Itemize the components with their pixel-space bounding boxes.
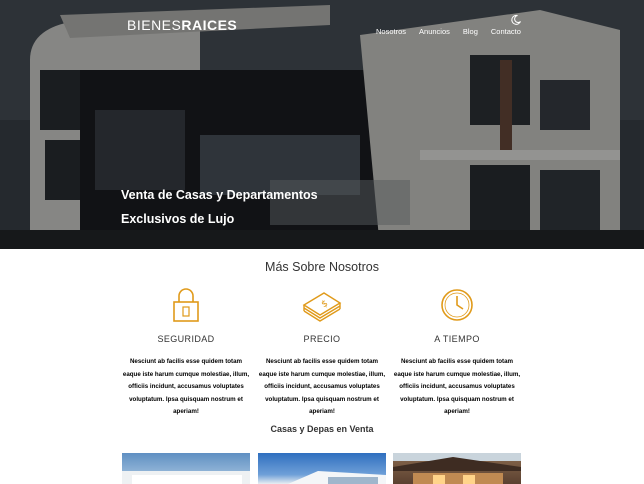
nav-link-blog[interactable]: Blog bbox=[463, 27, 478, 36]
listings-title: Casas y Depas en Venta bbox=[270, 424, 374, 434]
feature-icon-wrap bbox=[122, 285, 250, 325]
feature-description: Nesciunt ab facilis esse quidem totam ea… bbox=[258, 358, 386, 415]
brand-logo[interactable]: BIENESRAICES bbox=[127, 17, 237, 33]
listing-photo bbox=[122, 471, 250, 484]
listing-card-image[interactable] bbox=[258, 453, 386, 484]
nav-link-contacto[interactable]: Contacto bbox=[491, 27, 521, 36]
hero-title: Venta de Casas y Departamentos Exclusivo… bbox=[121, 183, 318, 231]
hero-banner: BIENESRAICES Nosotros Anuncios Blog Cont… bbox=[0, 0, 644, 249]
clock-icon bbox=[441, 289, 473, 321]
listing-photo bbox=[288, 471, 386, 484]
feature-icon-wrap bbox=[393, 285, 521, 325]
nav-link-nosotros[interactable]: Nosotros bbox=[376, 27, 406, 36]
main-nav: Nosotros Anuncios Blog Contacto bbox=[376, 27, 521, 36]
listing-card-image[interactable] bbox=[393, 453, 521, 484]
hero-title-line2: Exclusivos de Lujo bbox=[121, 212, 235, 226]
nav-link-anuncios[interactable]: Anuncios bbox=[419, 27, 450, 36]
feature-precio: $ PRECIO Nesciunt ab facilis esse quidem… bbox=[258, 285, 386, 419]
listing-photo bbox=[393, 453, 521, 484]
hero-overlay bbox=[0, 0, 644, 249]
feature-description: Nesciunt ab facilis esse quidem totam ea… bbox=[393, 358, 521, 415]
padlock-icon bbox=[173, 288, 199, 322]
brand-logo-bold: RAICES bbox=[181, 17, 238, 33]
feature-label: A TIEMPO bbox=[434, 334, 480, 344]
feature-description: Nesciunt ab facilis esse quidem totam ea… bbox=[122, 358, 250, 415]
moon-icon[interactable] bbox=[510, 14, 522, 26]
feature-label: SEGURIDAD bbox=[157, 334, 215, 344]
brand-logo-light: BIENES bbox=[127, 17, 182, 33]
hero-title-line1: Venta de Casas y Departamentos bbox=[121, 188, 318, 202]
feature-icon-wrap: $ bbox=[258, 285, 386, 325]
about-title: Más Sobre Nosotros bbox=[265, 260, 379, 274]
money-stack-icon: $ bbox=[302, 292, 342, 322]
feature-label: PRECIO bbox=[303, 334, 341, 344]
feature-seguridad: SEGURIDAD Nesciunt ab facilis esse quide… bbox=[122, 285, 250, 419]
listing-card-image[interactable] bbox=[122, 453, 250, 484]
svg-text:$: $ bbox=[320, 299, 330, 311]
feature-a-tiempo: A TIEMPO Nesciunt ab facilis esse quidem… bbox=[393, 285, 521, 419]
